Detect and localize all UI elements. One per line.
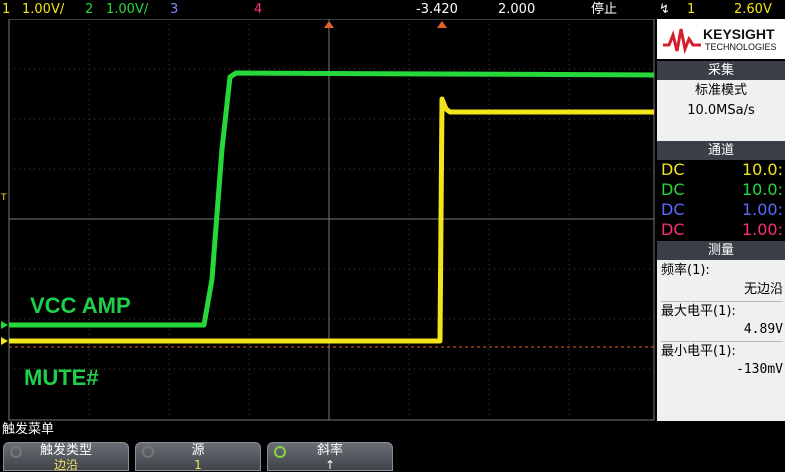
softkey-menu: 触发菜单 触发类型 边沿 源 1 斜率 ↑: [0, 421, 785, 472]
softkey-source[interactable]: 源 1: [135, 442, 261, 472]
channel-row-2[interactable]: DC 10.0:: [661, 180, 783, 200]
logo-sub: TECHNOLOGIES: [705, 42, 777, 52]
ch2-ground-marker: [1, 321, 8, 329]
acq-rate: 10.0MSa/s: [687, 103, 755, 118]
menu-title: 触发菜单: [2, 422, 55, 437]
measurement-list: 频率(1): 无边沿 最大电平(1): 4.89V 最小电平(1): -130m…: [657, 260, 785, 421]
trigger-level-marker: T: [0, 193, 7, 203]
ch3-number[interactable]: 3: [170, 0, 178, 19]
ch2-coupling: DC: [661, 180, 685, 199]
trigger-icon: ↯: [659, 2, 670, 17]
softkey-slope[interactable]: 斜率 ↑: [267, 442, 393, 472]
ch1-ground-marker: [1, 337, 8, 345]
annotation-mute: MUTE#: [24, 365, 99, 390]
brand-logo: KEYSIGHT TECHNOLOGIES: [657, 19, 785, 59]
trigger-source[interactable]: 1: [687, 0, 695, 19]
ch4-probe: 1.00:: [741, 220, 783, 239]
ch2-scale[interactable]: 1.00V/: [106, 0, 148, 19]
waveform-display[interactable]: T VCC AMP MUTE#: [0, 19, 655, 421]
ch1-scale[interactable]: 1.00V/: [22, 0, 64, 19]
ch4-number[interactable]: 4: [254, 0, 262, 19]
max-value: 4.89V: [743, 322, 783, 337]
waveform-canvas: T: [0, 19, 655, 421]
softkey-source-label: 源: [191, 443, 205, 458]
status-bar: 1 1.00V/ 2 1.00V/ 3 4 -3.420 2.000 停止 ↯ …: [0, 0, 785, 19]
channel-row-4[interactable]: DC 1.00:: [661, 220, 783, 240]
softkey-slope-label: 斜率: [316, 443, 343, 458]
min-label: 最小电平(1):: [661, 341, 783, 362]
softkey-slope-value: ↑: [324, 458, 336, 472]
acquisition-header[interactable]: 采集: [657, 61, 785, 80]
time-reference-marker: [324, 21, 334, 28]
keysight-wave-icon: [663, 28, 701, 55]
logo-main: KEYSIGHT: [703, 26, 775, 42]
ch2-number[interactable]: 2: [85, 0, 93, 19]
trigger-position-marker: [437, 21, 447, 28]
acq-mode: 标准模式: [694, 83, 747, 98]
acquisition-info: 标准模式 10.0MSa/s: [657, 80, 785, 146]
channel-row-3[interactable]: DC 1.00:: [661, 200, 783, 220]
freq-label: 频率(1):: [661, 263, 710, 278]
ch2-probe: 10.0:: [741, 180, 783, 199]
channel-header[interactable]: 通道: [657, 141, 785, 160]
softkey-source-value: 1: [194, 458, 202, 472]
max-label: 最大电平(1):: [661, 301, 783, 322]
trigger-level[interactable]: 2.60V: [734, 0, 772, 19]
softkey-trigger-type-value: 边沿: [53, 458, 78, 472]
softkey-trigger-type-label: 触发类型: [39, 443, 92, 458]
ch1-number[interactable]: 1: [2, 0, 10, 19]
graticule-center: [9, 19, 654, 420]
ch3-coupling: DC: [661, 200, 685, 219]
ch1-probe: 10.0:: [741, 160, 783, 179]
ch4-coupling: DC: [661, 220, 685, 239]
freq-value: 无边沿: [743, 282, 783, 297]
time-scale[interactable]: 2.000: [498, 0, 535, 19]
measure-header[interactable]: 测量: [657, 241, 785, 260]
annotation-vcc-amp: VCC AMP: [30, 293, 131, 318]
channel-list: DC 10.0: DC 10.0: DC 1.00: DC 1.00:: [657, 160, 785, 240]
time-offset[interactable]: -3.420: [416, 0, 458, 19]
min-value: -130mV: [736, 362, 783, 377]
softkey-trigger-type[interactable]: 触发类型 边沿: [3, 442, 129, 472]
ch1-coupling: DC: [661, 160, 685, 179]
ch3-probe: 1.00:: [741, 200, 783, 219]
side-panel: KEYSIGHT TECHNOLOGIES 采集 标准模式 10.0MSa/s …: [655, 19, 785, 421]
channel-row-1[interactable]: DC 10.0:: [661, 160, 783, 180]
run-state[interactable]: 停止: [591, 0, 617, 19]
